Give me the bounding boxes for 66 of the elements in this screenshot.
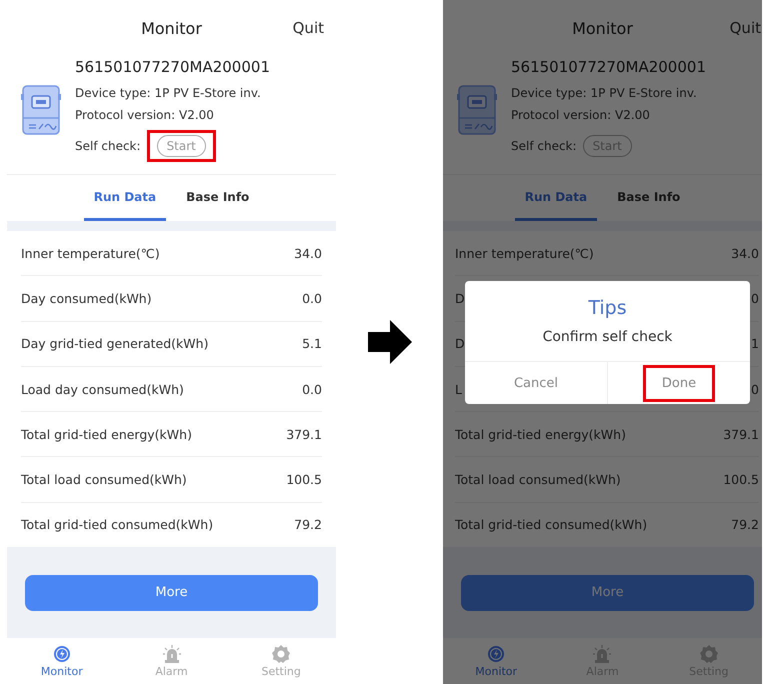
row-value: 79.2 bbox=[731, 517, 759, 532]
dialog-button[interactable]: Done bbox=[650, 368, 708, 398]
settings-icon bbox=[698, 644, 719, 664]
self-check-label: Self check: bbox=[75, 139, 141, 153]
row-value: 1 bbox=[751, 336, 759, 352]
siren-icon bbox=[592, 644, 612, 664]
nav-label: Setting bbox=[261, 665, 301, 678]
siren-icon bbox=[162, 644, 182, 664]
dialog-message: Confirm self check bbox=[542, 328, 674, 347]
row-label: Inner temperature(℃) bbox=[21, 246, 160, 261]
nav-label: Alarm bbox=[155, 665, 188, 678]
row-label: Day consumed(kWh) bbox=[21, 290, 152, 306]
row-label: D bbox=[455, 290, 465, 306]
tab[interactable]: Base Info bbox=[176, 175, 260, 221]
row-label: Total load consumed(kWh) bbox=[21, 472, 187, 488]
row-label: Total load consumed(kWh) bbox=[455, 472, 621, 488]
row-value: 5.1 bbox=[302, 336, 322, 352]
nav-label: Monitor bbox=[40, 665, 83, 678]
dialog-button[interactable]: Cancel bbox=[502, 368, 570, 398]
nav-tab[interactable]: Alarm bbox=[116, 638, 226, 684]
device-type: Device type: 1P PV E-Store inv. bbox=[75, 86, 262, 100]
row-value: 34.0 bbox=[731, 246, 759, 261]
arrow-icon bbox=[368, 320, 412, 364]
row-label: Total grid-tied energy(kWh) bbox=[455, 426, 626, 442]
row-label: Total grid-tied consumed(kWh) bbox=[455, 517, 648, 532]
screen-title: Monitor bbox=[141, 18, 202, 38]
row-label: D bbox=[455, 336, 465, 352]
protocol-version: Protocol version: V2.00 bbox=[75, 108, 215, 122]
device-type: Device type: 1P PV E-Store inv. bbox=[511, 86, 698, 100]
row-value: 79.2 bbox=[294, 517, 322, 532]
row-value: 100.5 bbox=[723, 472, 759, 488]
nav-tab[interactable]: Setting bbox=[226, 638, 336, 684]
more-button[interactable]: More bbox=[25, 574, 318, 611]
quit-link[interactable]: Quit bbox=[730, 19, 761, 37]
start-button[interactable]: Start bbox=[156, 135, 206, 157]
settings-icon bbox=[271, 644, 292, 664]
row-label: L bbox=[455, 382, 462, 397]
inverter-icon bbox=[457, 84, 497, 136]
dialog-title: Tips bbox=[587, 296, 628, 319]
screen-title: Monitor bbox=[572, 18, 633, 38]
row-value: 379.1 bbox=[286, 426, 322, 442]
row-label: Total grid-tied consumed(kWh) bbox=[21, 517, 214, 532]
nav-label: Monitor bbox=[475, 665, 518, 678]
row-label: Inner temperature(℃) bbox=[455, 246, 594, 261]
nav-tab[interactable]: Monitor bbox=[443, 638, 550, 684]
row-label: Day grid-tied generated(kWh) bbox=[21, 336, 208, 352]
row-value: 34.0 bbox=[294, 246, 322, 261]
self-check-label: Self check: bbox=[511, 139, 577, 153]
row-value: 0 bbox=[751, 382, 759, 397]
row-value: 0 bbox=[751, 290, 759, 306]
lightning-icon bbox=[52, 644, 72, 664]
row-value: 0.0 bbox=[302, 382, 322, 397]
serial-number: 561501077270MA200001 bbox=[511, 58, 706, 76]
quit-link[interactable]: Quit bbox=[292, 19, 324, 37]
protocol-version: Protocol version: V2.00 bbox=[511, 108, 651, 122]
inverter-icon bbox=[21, 84, 61, 136]
nav-tab[interactable]: Monitor bbox=[7, 638, 117, 684]
row-value: 379.1 bbox=[723, 426, 759, 442]
row-label: Total grid-tied energy(kWh) bbox=[21, 426, 192, 442]
lightning-icon bbox=[486, 644, 506, 664]
row-label: Load day consumed(kWh) bbox=[21, 382, 184, 397]
row-value: 0.0 bbox=[302, 290, 322, 306]
more-button[interactable]: More bbox=[461, 574, 754, 611]
serial-number: 561501077270MA200001 bbox=[75, 58, 270, 76]
row-value: 100.5 bbox=[286, 472, 322, 488]
tab[interactable]: Base Info bbox=[607, 175, 690, 221]
